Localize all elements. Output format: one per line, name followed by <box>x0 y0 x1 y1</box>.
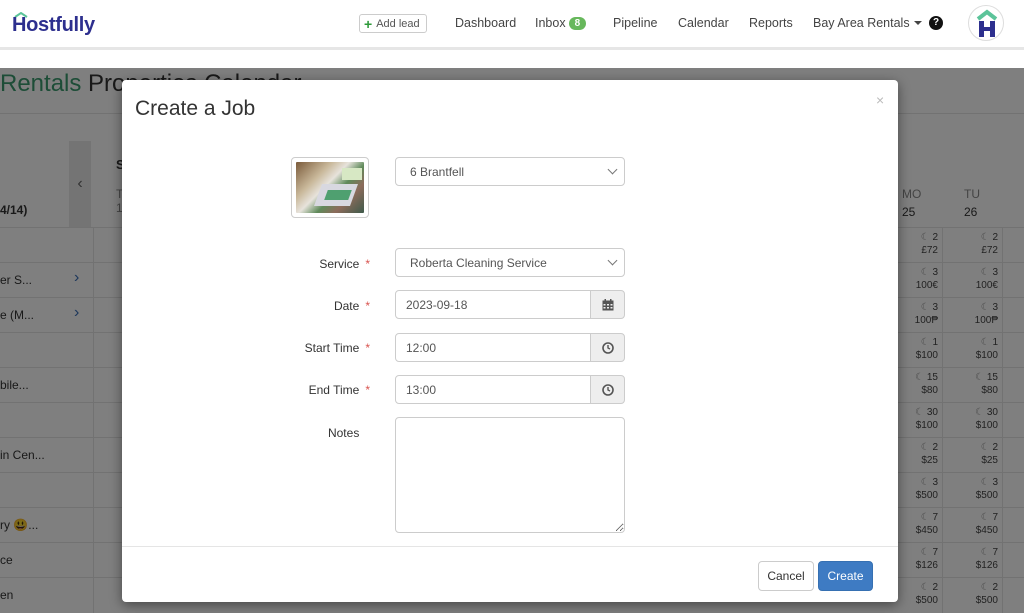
calendar-icon <box>602 298 613 310</box>
label-text: Date <box>333 299 360 313</box>
nav-inbox[interactable]: Inbox 8 <box>535 16 587 30</box>
property-photo <box>296 162 364 213</box>
required-marker: * <box>365 383 370 397</box>
avatar-house-icon <box>976 9 998 37</box>
create-job-modal: Create a Job × 6 Brantfell Service * Robe… <box>122 80 898 602</box>
label-text: Service <box>319 257 360 271</box>
nav-calendar[interactable]: Calendar <box>678 16 729 30</box>
property-select-value: 6 Brantfell <box>410 165 465 179</box>
nav-dashboard[interactable]: Dashboard <box>455 16 516 30</box>
property-thumbnail <box>291 157 369 218</box>
inbox-unread-badge: 8 <box>568 17 587 30</box>
add-lead-label: Add lead <box>376 17 420 30</box>
label-text: Start Time <box>304 341 360 355</box>
user-avatar[interactable] <box>968 5 1004 41</box>
required-marker: * <box>365 299 370 313</box>
date-input[interactable] <box>395 290 591 319</box>
date-input-group <box>395 290 625 319</box>
plus-icon: + <box>364 15 373 32</box>
service-select[interactable]: Roberta Cleaning Service <box>395 248 625 277</box>
end-time-input-group <box>395 375 625 404</box>
required-marker: * <box>365 341 370 355</box>
label-text: End Time <box>308 383 360 397</box>
create-button[interactable]: Create <box>818 561 873 591</box>
modal-footer: Cancel Create <box>122 546 898 602</box>
caret-down-icon <box>913 21 922 25</box>
end-time-picker-button[interactable] <box>590 375 625 404</box>
nav-pipeline[interactable]: Pipeline <box>613 16 657 30</box>
required-marker: * <box>365 257 370 271</box>
notes-label: Notes* <box>250 426 370 440</box>
clock-icon <box>601 383 614 396</box>
modal-title: Create a Job <box>135 97 256 120</box>
help-icon[interactable]: ? <box>929 16 943 30</box>
end-time-label: End Time * <box>250 383 370 397</box>
top-navbar: Hostfully + Add lead Dashboard Inbox 8 Pi… <box>0 0 1024 50</box>
service-label: Service * <box>250 257 370 271</box>
service-select-value: Roberta Cleaning Service <box>410 256 547 270</box>
label-text: Notes <box>327 426 360 440</box>
date-label: Date * <box>250 299 370 313</box>
notes-textarea[interactable] <box>395 417 625 533</box>
agency-dropdown[interactable]: Bay Area Rentals <box>813 16 922 30</box>
nav-reports[interactable]: Reports <box>749 16 793 30</box>
start-time-picker-button[interactable] <box>590 333 625 362</box>
agency-dropdown-label: Bay Area Rentals <box>813 16 910 30</box>
chevron-down-icon <box>607 255 618 266</box>
start-time-input-group <box>395 333 625 362</box>
logo-text: Hostfully <box>12 14 95 36</box>
end-time-input[interactable] <box>395 375 591 404</box>
start-time-label: Start Time * <box>250 341 370 355</box>
close-icon[interactable]: × <box>876 92 884 108</box>
property-select[interactable]: 6 Brantfell <box>395 157 625 186</box>
chevron-down-icon <box>607 164 618 175</box>
clock-icon <box>601 341 614 354</box>
start-time-input[interactable] <box>395 333 591 362</box>
calendar-picker-button[interactable] <box>590 290 625 319</box>
nav-inbox-label: Inbox <box>535 16 566 30</box>
add-lead-button[interactable]: + Add lead <box>359 14 427 33</box>
cancel-button[interactable]: Cancel <box>758 561 814 591</box>
